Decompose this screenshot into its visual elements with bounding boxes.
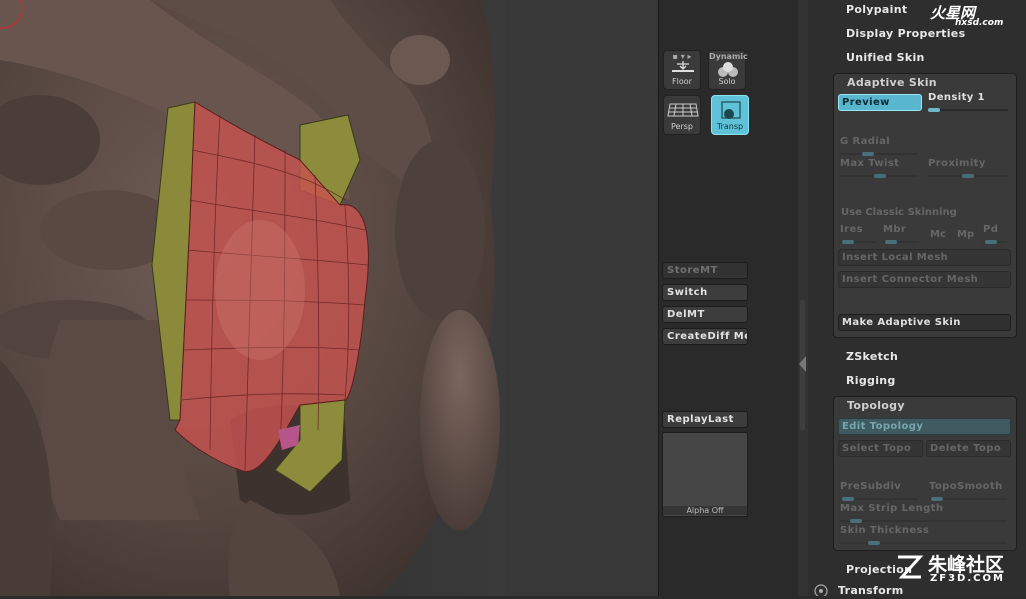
max-strip-length-slider[interactable]: Max Strip Length <box>840 503 1009 524</box>
g-radial-label: G Radial <box>840 136 891 147</box>
3d-viewport[interactable] <box>0 0 505 596</box>
alpha-label: Alpha Off <box>663 506 747 515</box>
ires-slider[interactable]: Ires <box>840 224 878 245</box>
sculpt-model <box>0 0 500 596</box>
solo-label: Solo <box>718 77 736 86</box>
g-radial-slider[interactable]: G Radial <box>840 136 920 157</box>
adaptive-skin-title[interactable]: Adaptive Skin <box>847 76 937 89</box>
menu-rigging[interactable]: Rigging <box>846 374 896 387</box>
transform-gear-icon[interactable] <box>813 583 829 599</box>
toposmooth-slider[interactable]: TopoSmooth <box>929 481 1009 502</box>
proximity-slider[interactable]: Proximity <box>928 158 1010 179</box>
presubdiv-label: PreSubdiv <box>840 481 902 492</box>
hxsd-url: hxsd.com <box>955 18 1004 28</box>
use-classic-skinning-toggle[interactable]: Use Classic Skinning <box>841 207 957 218</box>
menu-transform[interactable]: Transform <box>838 584 903 597</box>
replaylast-button[interactable]: ReplayLast <box>662 411 748 428</box>
preview-button[interactable]: Preview <box>838 94 922 111</box>
density-slider[interactable]: Density 1 <box>928 92 1010 113</box>
skin-thickness-label: Skin Thickness <box>840 525 930 536</box>
max-strip-length-label: Max Strip Length <box>840 503 944 514</box>
persp-button[interactable]: Persp <box>663 95 701 135</box>
toposmooth-label: TopoSmooth <box>929 481 1003 492</box>
delmt-button[interactable]: DelMT <box>662 306 748 323</box>
mbr-label: Mbr <box>883 224 907 235</box>
persp-label: Persp <box>671 122 693 131</box>
mc-toggle[interactable]: Mc <box>930 229 946 240</box>
edit-topology-button[interactable]: Edit Topology <box>838 418 1011 435</box>
pd-slider[interactable]: Pd <box>983 224 1009 245</box>
make-adaptive-skin-button[interactable]: Make Adaptive Skin <box>838 314 1011 331</box>
max-twist-label: Max Twist <box>840 158 900 169</box>
collapse-arrow-icon[interactable] <box>799 356 806 372</box>
select-topo-button[interactable]: Select Topo <box>838 440 923 457</box>
pd-label: Pd <box>983 224 999 235</box>
zf3d-z-logo-icon <box>894 552 924 582</box>
zf3d-url: ZF3D.COM <box>930 573 1005 584</box>
insert-local-mesh-button[interactable]: Insert Local Mesh <box>838 249 1011 266</box>
alpha-slot[interactable]: Alpha Off <box>662 432 748 517</box>
delete-topo-button[interactable]: Delete Topo <box>926 440 1011 457</box>
palette-divider[interactable] <box>798 0 808 596</box>
max-twist-slider[interactable]: Max Twist <box>840 158 920 179</box>
ires-label: Ires <box>840 224 863 235</box>
switch-button[interactable]: Switch <box>662 284 748 301</box>
mbr-slider[interactable]: Mbr <box>883 224 921 245</box>
menu-zsketch[interactable]: ZSketch <box>846 350 898 363</box>
creatediff-mesh-button[interactable]: CreateDiff Me <box>662 328 748 345</box>
transp-button[interactable]: Transp <box>711 95 749 135</box>
presubdiv-slider[interactable]: PreSubdiv <box>840 481 920 502</box>
insert-connector-mesh-button[interactable]: Insert Connector Mesh <box>838 271 1011 288</box>
storemt-button[interactable]: StoreMT <box>662 262 748 279</box>
density-label: Density 1 <box>928 92 985 103</box>
skin-thickness-slider[interactable]: Skin Thickness <box>840 525 1009 546</box>
menu-unified-skin[interactable]: Unified Skin <box>846 51 925 64</box>
proximity-label: Proximity <box>928 158 986 169</box>
floor-button[interactable]: ▪ ▾ ▸ Floor <box>663 50 701 90</box>
mp-toggle[interactable]: Mp <box>957 229 974 240</box>
floor-label: Floor <box>672 77 692 86</box>
topology-title[interactable]: Topology <box>847 399 905 412</box>
menu-display-properties[interactable]: Display Properties <box>846 27 965 40</box>
solo-button[interactable]: Dynamic Solo <box>708 50 748 90</box>
canvas-background <box>505 0 658 596</box>
transp-label: Transp <box>716 122 744 131</box>
menu-polypaint[interactable]: Polypaint <box>846 3 907 16</box>
